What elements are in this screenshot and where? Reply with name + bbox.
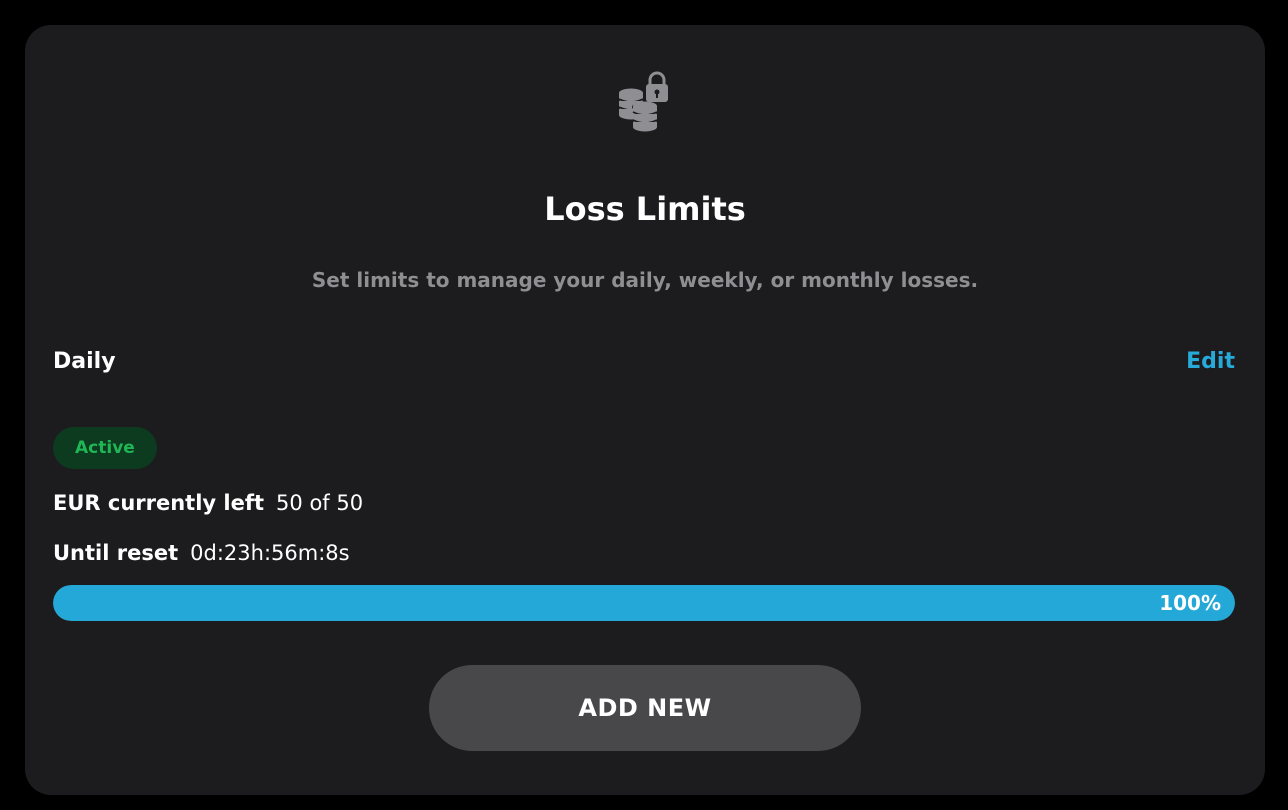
limit-progress-fill	[53, 585, 1235, 621]
limit-period-label: Daily	[53, 349, 116, 374]
reset-label: Until reset	[53, 541, 179, 565]
limit-progress-bar: 100%	[53, 585, 1235, 621]
status-badge: Active	[53, 427, 157, 469]
page-subtitle: Set limits to manage your daily, weekly,…	[311, 268, 979, 292]
remaining-value: 50 of 50	[276, 491, 364, 515]
remaining-amount-row: EUR currently left 50 of 50	[53, 487, 363, 519]
reset-timer-value: 0d:23h:56m:8s	[190, 541, 350, 565]
remaining-label: EUR currently left	[53, 491, 265, 515]
progress-percent-text: 100%	[1159, 591, 1221, 615]
coins-lock-icon	[615, 71, 671, 133]
reset-timer-row: Until reset 0d:23h:56m:8s	[53, 537, 350, 569]
add-new-button[interactable]: ADD NEW	[429, 665, 861, 751]
edit-limit-link[interactable]: Edit	[1186, 345, 1235, 379]
page-title: Loss Limits	[544, 190, 746, 228]
loss-limits-card: Loss Limits Set limits to manage your da…	[25, 25, 1265, 795]
